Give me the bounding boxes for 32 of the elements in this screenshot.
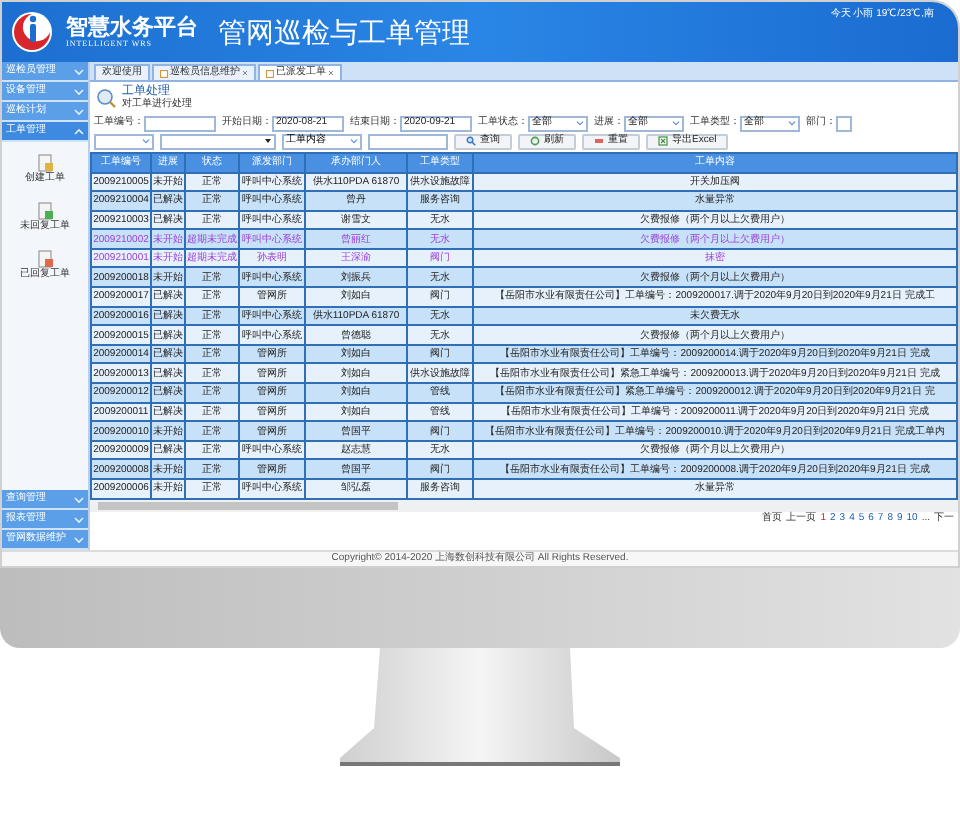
document-icon (266, 69, 274, 77)
chevron-down-icon (74, 535, 84, 543)
input-field[interactable] (836, 115, 852, 131)
chevron-down-icon (74, 107, 84, 115)
document-icon (37, 154, 53, 172)
caret-icon (788, 120, 796, 126)
caret-icon (576, 120, 584, 126)
input-field[interactable] (368, 133, 448, 149)
search-icon (466, 136, 476, 146)
input-field[interactable] (144, 115, 216, 131)
select-field[interactable] (94, 133, 154, 149)
chevron-down-icon (74, 495, 84, 503)
app-title: 管网巡检与工单管理 (218, 18, 470, 46)
close-icon[interactable] (328, 70, 334, 76)
caret-icon (142, 138, 150, 144)
spreadsheet-icon (658, 136, 668, 146)
select-field[interactable] (160, 133, 276, 149)
caret-icon (672, 120, 680, 126)
chevron-up-icon (74, 127, 84, 135)
document-icon (160, 69, 168, 77)
document-icon (37, 250, 53, 268)
brand-name: 智慧水务平台 (66, 17, 198, 39)
chevron-down-icon (74, 67, 84, 75)
chevron-down-icon (74, 87, 84, 95)
chevron-down-icon (74, 515, 84, 523)
logo-icon (10, 10, 54, 54)
refresh-icon (530, 136, 540, 146)
document-icon (37, 202, 53, 220)
caret-icon (264, 138, 272, 144)
close-icon[interactable] (242, 70, 248, 76)
caret-icon (350, 138, 358, 144)
scrollbar-thumb[interactable] (98, 501, 398, 510)
